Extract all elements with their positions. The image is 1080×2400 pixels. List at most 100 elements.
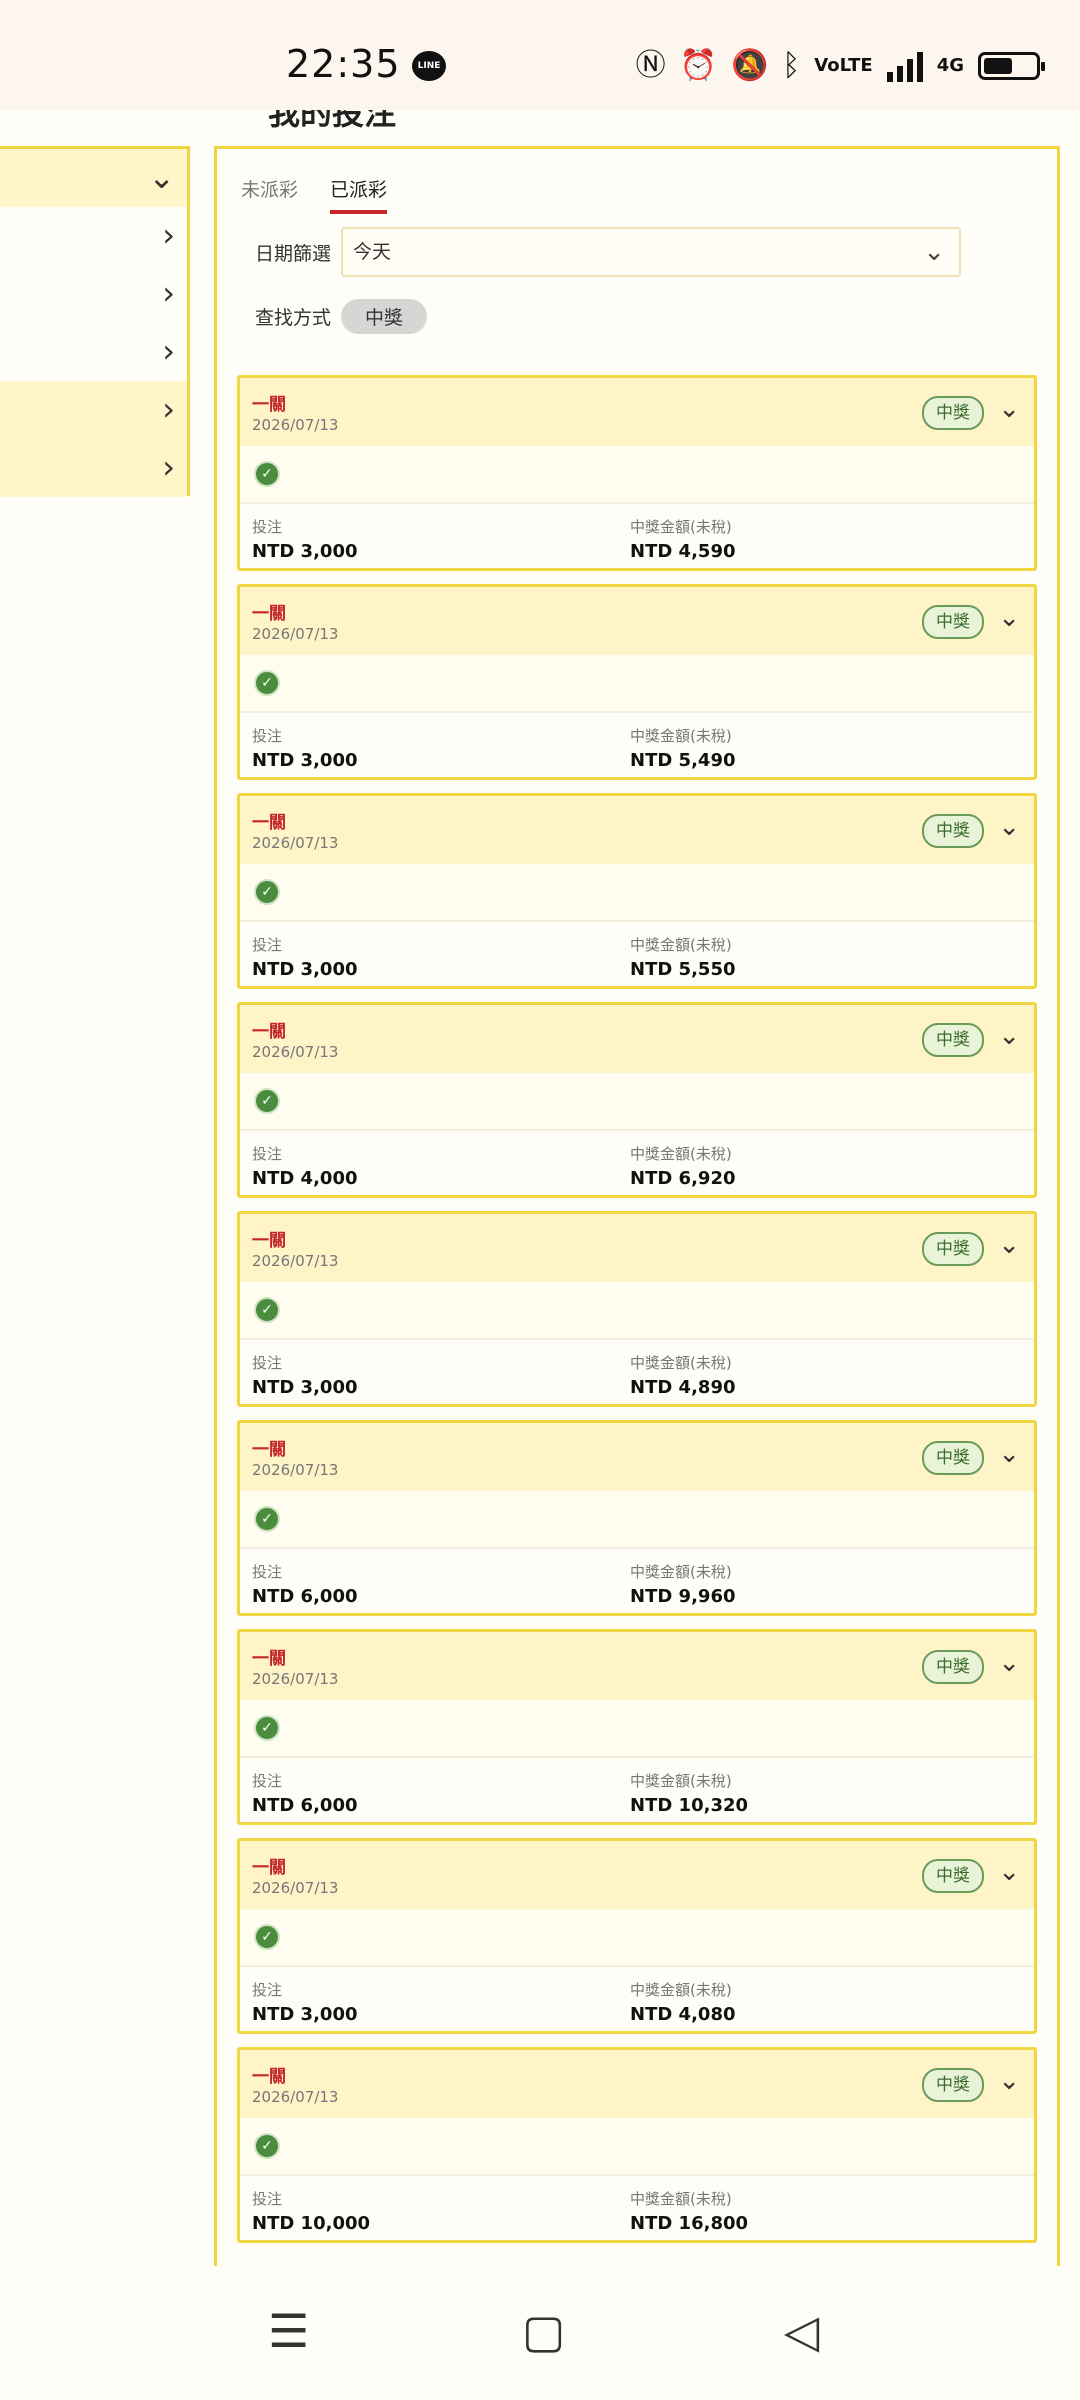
sidebar-item[interactable]: ⌄ <box>0 149 187 207</box>
bet-card[interactable]: 一關 2026/07/13 中獎 ⌄ ✓ 投注 NTD 3,000 中獎金額(未稅) NTD 5… <box>237 793 1037 989</box>
menu-icon[interactable]: ☰ <box>268 2306 309 2356</box>
bet-amounts: 投注 NTD 6,000 中獎金額(未稅) NTD 9,960 <box>240 1549 1034 1613</box>
sidebar-item[interactable]: › <box>0 265 187 323</box>
bet-amounts: 投注 NTD 6,000 中獎金額(未稅) NTD 10,320 <box>240 1758 1034 1822</box>
bet-type: 一關 <box>252 604 286 624</box>
chevron-down-icon[interactable]: ⌄ <box>998 1021 1020 1051</box>
stake-col: 投注 NTD 3,000 <box>252 725 358 771</box>
search-method-row: 查找方式 中獎 <box>255 299 428 334</box>
back-icon[interactable]: ◁ <box>784 2306 819 2356</box>
payout-amount: NTD 9,960 <box>630 1586 736 1607</box>
stake-col: 投注 NTD 3,000 <box>252 934 358 980</box>
stake-col: 投注 NTD 3,000 <box>252 1352 358 1398</box>
bet-card-header[interactable]: 一關 2026/07/13 中獎 ⌄ <box>240 1214 1034 1282</box>
stake-col: 投注 NTD 3,000 <box>252 1979 358 2025</box>
status-badge: 中獎 <box>922 1023 984 1057</box>
battery-icon <box>978 52 1045 80</box>
bet-card[interactable]: 一關 2026/07/13 中獎 ⌄ ✓ 投注 NTD 3,000 中獎金額(未稅) NTD 4… <box>237 1211 1037 1407</box>
chevron-down-icon[interactable]: ⌄ <box>998 1230 1020 1260</box>
home-icon[interactable]: ▢ <box>522 2306 565 2356</box>
status-badge: 中獎 <box>922 1232 984 1266</box>
bet-card[interactable]: 一關 2026/07/13 中獎 ⌄ ✓ 投注 NTD 4,000 中獎金額(未稅) NTD 6… <box>237 1002 1037 1198</box>
search-method-chip[interactable]: 中獎 <box>341 299 428 334</box>
bet-amounts: 投注 NTD 3,000 中獎金額(未稅) NTD 5,490 <box>240 713 1034 777</box>
tab-unpaid[interactable]: 未派彩 <box>241 175 298 214</box>
bet-card[interactable]: 一關 2026/07/13 中獎 ⌄ ✓ 投注 NTD 3,000 中獎金額(未稅) NTD 4… <box>237 375 1037 571</box>
payout-amount: NTD 4,080 <box>630 2004 736 2025</box>
status-badge: 中獎 <box>922 814 984 848</box>
chevron-down-icon[interactable]: ⌄ <box>998 1439 1020 1469</box>
sidebar-item[interactable]: › <box>0 381 187 439</box>
bet-card[interactable]: 一關 2026/07/13 中獎 ⌄ ✓ 投注 NTD 3,000 中獎金額(未稅) NTD 5… <box>237 584 1037 780</box>
sidebar-item[interactable]: › <box>0 323 187 381</box>
bet-card[interactable]: 一關 2026/07/13 中獎 ⌄ ✓ 投注 NTD 6,000 中獎金額(未稅) NTD 1… <box>237 1629 1037 1825</box>
bet-card-header[interactable]: 一關 2026/07/13 中獎 ⌄ <box>240 378 1034 446</box>
payout-label: 中獎金額(未稅) <box>630 1354 732 1372</box>
chevron-down-icon[interactable]: ⌄ <box>998 1648 1020 1678</box>
bet-result-row: ✓ <box>240 864 1034 922</box>
bet-amounts: 投注 NTD 10,000 中獎金額(未稅) NTD 16,800 <box>240 2176 1034 2240</box>
bet-card[interactable]: 一關 2026/07/13 中獎 ⌄ ✓ 投注 NTD 10,000 中獎金額(未稅) NTD … <box>237 2047 1037 2243</box>
stake-amount: NTD 3,000 <box>252 1377 358 1398</box>
check-circle-icon: ✓ <box>254 1297 280 1323</box>
stake-amount: NTD 10,000 <box>252 2213 371 2234</box>
payout-col: 中獎金額(未稅) NTD 4,890 <box>630 1352 736 1398</box>
payout-amount: NTD 5,550 <box>630 959 736 980</box>
payout-amount: NTD 5,490 <box>630 750 736 771</box>
payout-col: 中獎金額(未稅) NTD 4,080 <box>630 1979 736 2025</box>
payout-label: 中獎金額(未稅) <box>630 727 732 745</box>
stake-label: 投注 <box>252 1145 283 1163</box>
payout-col: 中獎金額(未稅) NTD 5,550 <box>630 934 736 980</box>
line-app-icon: LINE <box>412 51 446 81</box>
4g-signal-icon: 4G <box>936 55 964 76</box>
battery-level <box>984 58 1012 74</box>
bet-result-row: ✓ <box>240 1491 1034 1549</box>
payout-label: 中獎金額(未稅) <box>630 1563 732 1581</box>
bet-result-row: ✓ <box>240 1282 1034 1340</box>
bet-card-header[interactable]: 一關 2026/07/13 中獎 ⌄ <box>240 1632 1034 1700</box>
check-circle-icon: ✓ <box>254 670 280 696</box>
bet-card[interactable]: 一關 2026/07/13 中獎 ⌄ ✓ 投注 NTD 3,000 中獎金額(未稅) NTD 4… <box>237 1838 1037 2034</box>
chevron-down-icon[interactable]: ⌄ <box>998 394 1020 424</box>
payout-col: 中獎金額(未稅) NTD 16,800 <box>630 2188 748 2234</box>
stake-label: 投注 <box>252 1354 283 1372</box>
navigation-bar: ☰ ▢ ◁ <box>0 2266 1080 2400</box>
tab-paid[interactable]: 已派彩 <box>330 175 388 214</box>
bet-card[interactable]: 一關 2026/07/13 中獎 ⌄ ✓ 投注 NTD 6,000 中獎金額(未稅) NTD 9… <box>237 1420 1037 1616</box>
bet-card-header[interactable]: 一關 2026/07/13 中獎 ⌄ <box>240 1423 1034 1491</box>
bet-card-header[interactable]: 一關 2026/07/13 中獎 ⌄ <box>240 796 1034 864</box>
bet-card-header[interactable]: 一關 2026/07/13 中獎 ⌄ <box>240 1841 1034 1909</box>
bet-card-header[interactable]: 一關 2026/07/13 中獎 ⌄ <box>240 2050 1034 2118</box>
bet-card-header[interactable]: 一關 2026/07/13 中獎 ⌄ <box>240 587 1034 655</box>
status-badge: 中獎 <box>922 396 984 430</box>
bet-type: 一關 <box>252 1440 286 1460</box>
bet-result-row: ✓ <box>240 2118 1034 2176</box>
payout-amount: NTD 4,890 <box>630 1377 736 1398</box>
date-filter-select[interactable]: 今天 ⌄ <box>341 227 961 277</box>
bet-date: 2026/07/13 <box>252 1461 339 1479</box>
stake-col: 投注 NTD 6,000 <box>252 1770 358 1816</box>
status-badge: 中獎 <box>922 1859 984 1893</box>
sidebar-item[interactable]: › <box>0 207 187 265</box>
stake-label: 投注 <box>252 1981 283 1999</box>
bet-date: 2026/07/13 <box>252 625 339 643</box>
payout-col: 中獎金額(未稅) NTD 5,490 <box>630 725 736 771</box>
chevron-down-icon[interactable]: ⌄ <box>998 1857 1020 1887</box>
bet-result-row: ✓ <box>240 1909 1034 1967</box>
date-filter-value: 今天 <box>353 241 392 263</box>
chevron-down-icon[interactable]: ⌄ <box>998 812 1020 842</box>
payout-tabs: 未派彩 已派彩 <box>241 175 388 214</box>
chevron-down-icon[interactable]: ⌄ <box>998 603 1020 633</box>
check-circle-icon: ✓ <box>254 2133 280 2159</box>
payout-col: 中獎金額(未稅) NTD 4,590 <box>630 516 736 562</box>
sidebar-item[interactable]: › <box>0 439 187 497</box>
bet-date: 2026/07/13 <box>252 416 339 434</box>
check-circle-icon: ✓ <box>254 461 280 487</box>
bets-panel: 未派彩 已派彩 日期篩選 今天 ⌄ 查找方式 中獎 一關 2026/07/13 中獎… <box>214 146 1060 2266</box>
bet-card-header[interactable]: 一關 2026/07/13 中獎 ⌄ <box>240 1005 1034 1073</box>
bet-list: 一關 2026/07/13 中獎 ⌄ ✓ 投注 NTD 3,000 中獎金額(未稅) NTD 4… <box>237 375 1037 2256</box>
payout-col: 中獎金額(未稅) NTD 10,320 <box>630 1770 748 1816</box>
chevron-right-icon: › <box>162 216 175 254</box>
chevron-down-icon[interactable]: ⌄ <box>998 2066 1020 2096</box>
sidebar: ⌄ › › › › › <box>0 146 190 497</box>
